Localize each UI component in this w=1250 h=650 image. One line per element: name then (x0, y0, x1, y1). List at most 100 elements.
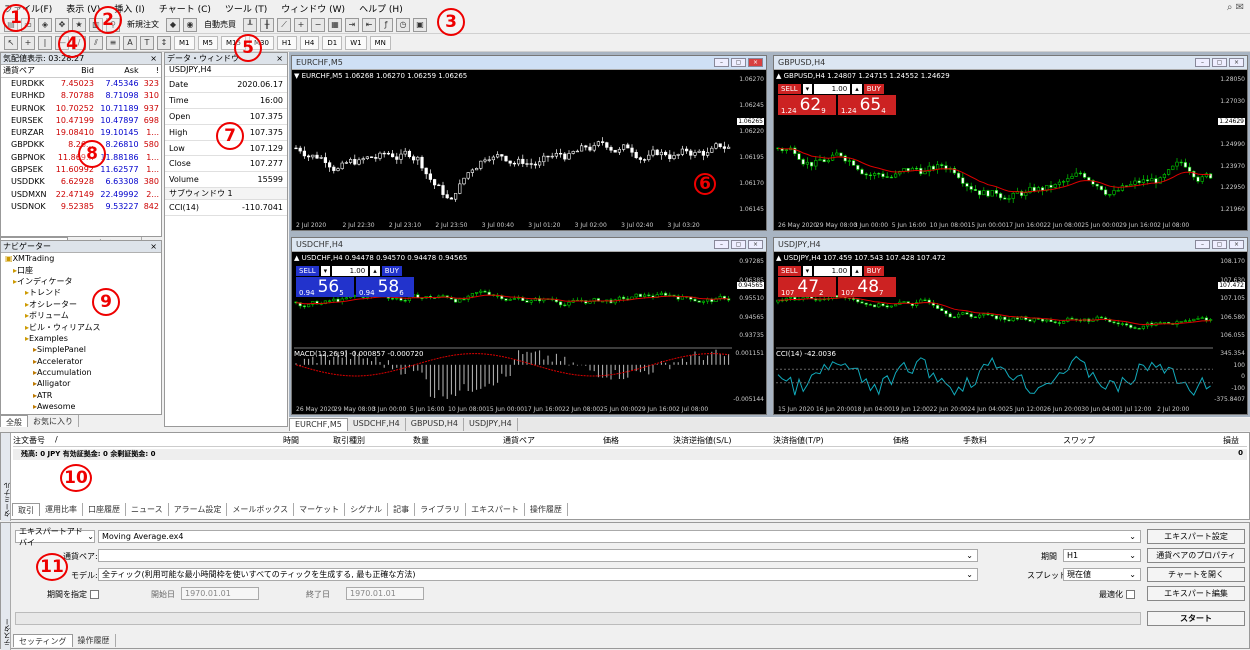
table-row[interactable]: GBPSEK 11.60992 11.62577 1... (1, 163, 161, 175)
sell-price-box[interactable]: 1.24 62 9 (778, 95, 836, 115)
open-chart-button[interactable]: チャートを開く (1147, 567, 1245, 582)
lot-input[interactable]: 1.00 (814, 266, 851, 276)
text-icon[interactable]: A (123, 35, 137, 50)
tab-chart-gbpusd[interactable]: GBPUSD,H4 (406, 418, 465, 431)
navigator-item[interactable]: ▸ Examples (5, 333, 161, 344)
chart-window[interactable]: EURCHF,M5– ▢ × ▼ EURCHF,M5 1.06268 1.06270 … (291, 55, 767, 231)
terminal-col-header[interactable]: 数量 (413, 435, 429, 446)
spread-select[interactable]: 現在値 ⌄ (1063, 568, 1141, 581)
col-spread[interactable]: ! (140, 65, 161, 78)
navigator-item[interactable]: ▣ XMTrading (5, 253, 161, 264)
crosshair-icon[interactable]: + (21, 35, 35, 50)
table-row[interactable]: USDNOK 9.52385 9.53227 842 (1, 200, 161, 212)
terminal-tab[interactable]: アラーム設定 (169, 503, 228, 516)
chevron-up-icon[interactable]: ▴ (852, 84, 862, 94)
navigator-item[interactable]: ▸ トレンド (5, 287, 161, 298)
lot-input[interactable]: 1.00 (814, 84, 851, 94)
templates-icon[interactable]: ▣ (413, 17, 427, 32)
close-icon[interactable]: × (276, 54, 287, 63)
terminal-col-header[interactable]: 価格 (603, 435, 619, 446)
chevron-down-icon[interactable]: ▾ (802, 266, 813, 276)
chevron-down-icon[interactable]: ▾ (320, 266, 331, 276)
text-label-icon[interactable]: T (140, 35, 154, 50)
tester-tab[interactable]: 操作履歴 (73, 634, 116, 647)
ea-settings-button[interactable]: エキスパート設定 (1147, 529, 1245, 544)
terminal-col-header[interactable]: / (55, 435, 58, 444)
terminal-tab[interactable]: ライブラリ (415, 503, 467, 516)
table-row[interactable]: EURZAR 19.08410 19.10145 1... (1, 126, 161, 138)
periods-icon[interactable]: ◷ (396, 17, 410, 32)
terminal-tab[interactable]: ニュース (126, 503, 169, 516)
new-order-button[interactable]: 新規注文 (123, 18, 163, 32)
close-icon[interactable]: × (150, 54, 161, 63)
buy-price-box[interactable]: 107 48 7 (838, 277, 896, 297)
timeframe-w1[interactable]: W1 (345, 35, 367, 50)
edit-expert-button[interactable]: エキスパート編集 (1147, 586, 1245, 601)
navigator-item[interactable]: ▸ Awesome (5, 401, 161, 412)
terminal-col-header[interactable]: 損益 (1223, 435, 1239, 446)
sell-price-box[interactable]: 0.94 56 5 (296, 277, 354, 297)
tile-windows-icon[interactable]: ▦ (328, 17, 342, 32)
channel-icon[interactable]: ⫽ (89, 35, 103, 50)
buy-price-box[interactable]: 1.24 65 4 (838, 95, 896, 115)
indicators-icon[interactable]: ƒ (379, 17, 393, 32)
navigator-item[interactable]: ▸ インディケータ (5, 276, 161, 287)
use-period-checkbox[interactable]: 期間を指定 (47, 589, 99, 600)
auto-trade-button[interactable]: 自動売買 (200, 18, 240, 32)
fibonacci-icon[interactable]: ≡ (106, 35, 120, 50)
chart-window[interactable]: GBPUSD,H4– ▢ × ▲ GBPUSD,H4 1.24807 1.24715 … (773, 55, 1248, 231)
sell-button[interactable]: SELL (778, 266, 801, 276)
line-chart-icon[interactable]: ⟋ (277, 17, 291, 32)
timeframe-m5[interactable]: M5 (197, 35, 218, 50)
menu-help[interactable]: ヘルプ (H) (359, 2, 403, 15)
bar-chart-icon[interactable]: ╨ (243, 17, 257, 32)
sell-button[interactable]: SELL (296, 266, 319, 276)
terminal-col-header[interactable]: 通貨ペア (503, 435, 535, 446)
close-icon[interactable]: × (1229, 58, 1244, 67)
arrows-icon[interactable]: ↕ (157, 35, 171, 50)
terminal-tab[interactable]: 操作履歴 (525, 503, 568, 516)
vertical-line-icon[interactable]: | (38, 35, 52, 50)
tab-common[interactable]: 全般 (0, 415, 28, 427)
maximize-icon[interactable]: ▢ (731, 58, 746, 67)
terminal-tab[interactable]: 口座履歴 (83, 503, 126, 516)
terminal-col-header[interactable]: 決済指値(T/P) (773, 435, 824, 446)
minimize-icon[interactable]: – (1195, 58, 1210, 67)
minimize-icon[interactable]: – (714, 58, 729, 67)
tab-chart-usdchf[interactable]: USDCHF,H4 (348, 418, 406, 431)
terminal-tab[interactable]: 取引 (12, 503, 40, 516)
terminal-tab[interactable]: マーケット (294, 503, 346, 516)
start-button[interactable]: スタート (1147, 611, 1245, 626)
minimize-icon[interactable]: – (1195, 240, 1210, 249)
chart-shift-icon[interactable]: ⇤ (362, 17, 376, 32)
optimize-checkbox[interactable]: 最適化 (1099, 589, 1135, 600)
data-window-icon[interactable]: ✥ (55, 17, 69, 32)
buy-button[interactable]: BUY (863, 266, 884, 276)
close-icon[interactable]: × (1229, 240, 1244, 249)
table-row[interactable]: EURHKD 8.70788 8.71098 310 (1, 90, 161, 102)
timeframe-h4[interactable]: H4 (299, 35, 320, 50)
zoom-out-icon[interactable]: − (311, 17, 325, 32)
metaeditor-icon[interactable]: ◆ (166, 17, 180, 32)
table-row[interactable]: USDDKK 6.62928 6.63308 380 (1, 176, 161, 188)
sell-button[interactable]: SELL (778, 84, 801, 94)
maximize-icon[interactable]: ▢ (1212, 240, 1227, 249)
close-icon[interactable]: × (150, 242, 161, 251)
close-icon[interactable]: × (748, 240, 763, 249)
end-date-input[interactable]: 1970.01.01 (346, 587, 424, 600)
timeframe-d1[interactable]: D1 (322, 35, 343, 50)
col-ask[interactable]: Ask (95, 65, 141, 78)
model-select[interactable]: 全ティック(利用可能な最小時間枠を使いすべてのティックを生成する, 最も正確な方… (98, 568, 978, 581)
tab-favorites[interactable]: お気に入り (28, 415, 79, 427)
zoom-in-icon[interactable]: + (294, 17, 308, 32)
tester-type-select[interactable]: エキスパートアドバイ ⌄ (15, 527, 95, 547)
pair-properties-button[interactable]: 通貨ペアのプロパティ (1147, 548, 1245, 563)
menu-window[interactable]: ウィンドウ (W) (281, 2, 345, 15)
navigator-item[interactable]: ▸ 口座 (5, 264, 161, 275)
chevron-down-icon[interactable]: ▾ (802, 84, 813, 94)
navigator-item[interactable]: ▸ Accumulation (5, 367, 161, 378)
terminal-col-header[interactable]: 時間 (283, 435, 299, 446)
terminal-tab[interactable]: シグナル (345, 503, 389, 516)
col-bid[interactable]: Bid (51, 65, 96, 78)
terminal-col-header[interactable]: 価格 (893, 435, 909, 446)
